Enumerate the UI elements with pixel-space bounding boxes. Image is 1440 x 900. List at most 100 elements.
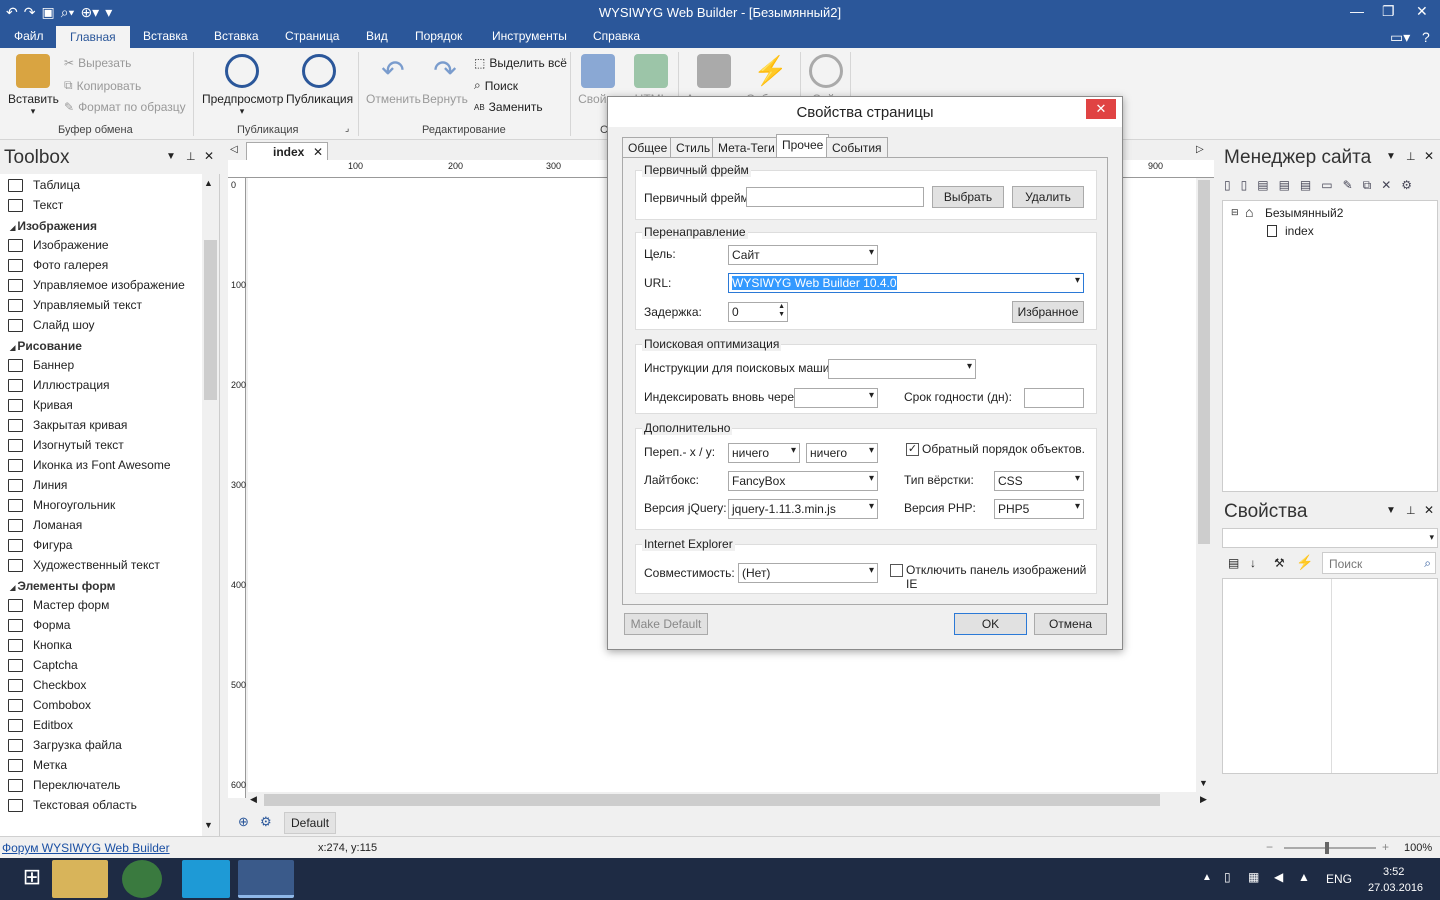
scroll-thumb[interactable] (204, 240, 217, 400)
compatibility-select[interactable]: (Нет) ▾ (738, 563, 878, 583)
expiry-input[interactable] (1024, 388, 1084, 408)
events-small-icon[interactable]: ⚡ (1296, 554, 1313, 571)
tray-language[interactable]: ENG (1326, 872, 1352, 886)
delay-spinner[interactable]: 0 ▲ ▼ (728, 302, 788, 322)
toolbox-item[interactable]: Многоугольник (0, 498, 115, 512)
paste-button[interactable]: Вставить ▾ (8, 54, 59, 117)
menu-arrange[interactable]: Порядок (415, 29, 462, 43)
sort-az-icon[interactable]: ↓ (1250, 556, 1256, 570)
folder-icon[interactable]: ▭ (1321, 178, 1332, 198)
browse-button[interactable]: Выбрать (932, 186, 1004, 208)
page-copy-icon[interactable]: ▤ (1279, 178, 1290, 198)
undo-button[interactable]: ↶ Отменить (366, 54, 421, 106)
zoom-slider-thumb[interactable] (1325, 842, 1329, 854)
properties-menu-icon[interactable]: ▼ (1386, 505, 1396, 516)
menu-tools[interactable]: Инструменты (492, 29, 567, 43)
properties-search[interactable]: Поиск ⌕ (1322, 552, 1436, 574)
target-select[interactable]: Сайт ▾ (728, 245, 878, 265)
categorized-icon[interactable]: ▤ (1228, 556, 1239, 570)
make-default-button[interactable]: Make Default (624, 613, 708, 635)
toolbox-item[interactable]: Иконка из Font Awesome (0, 458, 171, 472)
toolbox-item[interactable]: Фигура (0, 538, 72, 552)
zoom-in-icon[interactable]: + (1382, 840, 1389, 854)
canvas-hscroll-thumb[interactable] (264, 794, 1160, 806)
toolbox-item[interactable]: Фото галерея (0, 258, 108, 272)
disable-ie-toolbar-checkbox[interactable] (890, 564, 903, 577)
layout-type-select[interactable]: CSS ▾ (994, 471, 1084, 491)
layout-icon[interactable]: ▭▾ (1390, 29, 1410, 46)
toolbox-category[interactable]: ◢ Изображения (10, 219, 97, 233)
pin-icon[interactable]: ⊥ (186, 150, 196, 163)
toolbox-menu-icon[interactable]: ▼ (166, 151, 176, 162)
canvas-vscroll-thumb[interactable] (1198, 180, 1210, 544)
wrench-small-icon[interactable]: ⚒ (1274, 556, 1285, 570)
menu-insert-2[interactable]: Вставка (214, 29, 259, 43)
tree-page-index[interactable]: index (1285, 224, 1314, 238)
tray-date[interactable]: 27.03.2016 (1368, 882, 1423, 894)
help-icon[interactable]: ? (1422, 29, 1430, 45)
zoom-out-icon[interactable]: − (1266, 840, 1273, 854)
toolbox-item[interactable]: Текстовая область (0, 798, 137, 812)
toolbox-item[interactable]: Баннер (0, 358, 74, 372)
publish-button[interactable]: Публикация (286, 54, 353, 106)
spinner-arrows-icon[interactable]: ▲ ▼ (778, 303, 785, 319)
property-grid[interactable] (1222, 578, 1438, 774)
delete-icon[interactable]: ✕ (1381, 178, 1391, 198)
tab-left-icon[interactable]: ◁ (230, 144, 238, 155)
menu-insert[interactable]: Вставка (143, 29, 188, 43)
taskbar-skype-icon[interactable] (182, 860, 230, 898)
tab-index[interactable]: index ✕ (246, 142, 328, 160)
tab-misc[interactable]: Прочее (776, 134, 830, 158)
tab-events[interactable]: События (826, 137, 888, 157)
select-all-button[interactable]: ⬚ Выделить всё (474, 56, 567, 70)
toolbox-item[interactable]: Управляемое изображение (0, 278, 185, 292)
toolbox-item[interactable]: Таблица (0, 178, 80, 192)
duplicate-icon[interactable]: ⧉ (1363, 178, 1372, 198)
tab-right-icon[interactable]: ▷ (1196, 144, 1204, 155)
tab-general[interactable]: Общее (622, 137, 674, 157)
toolbox-item[interactable]: Линия (0, 478, 67, 492)
zoom-slider[interactable] (1284, 847, 1376, 849)
url-combobox[interactable]: WYSIWYG Web Builder 10.4.0 ▾ (728, 273, 1084, 293)
toolbox-item[interactable]: Текст (0, 198, 63, 212)
object-selector[interactable]: ▾ (1222, 528, 1438, 548)
canvas-vscroll[interactable]: ▼ (1196, 178, 1212, 792)
taskbar-chrome-icon[interactable] (122, 860, 162, 898)
overflow-x-select[interactable]: ничего ▾ (728, 443, 800, 463)
layout-settings-icon[interactable]: ⚙ (260, 814, 272, 830)
taskbar-explorer-icon[interactable] (52, 860, 108, 898)
properties-close-icon[interactable]: ✕ (1424, 503, 1434, 517)
tray-wifi-icon[interactable]: ▲ (1298, 870, 1310, 884)
tab-close-icon[interactable]: ✕ (313, 145, 323, 159)
menu-page[interactable]: Страница (285, 29, 339, 43)
revisit-select[interactable]: ▾ (794, 388, 878, 408)
minimize-button[interactable]: — (1350, 3, 1364, 19)
close-button[interactable]: ✕ (1416, 3, 1428, 20)
replace-button[interactable]: AB Заменить (474, 100, 543, 114)
format-painter-button[interactable]: ✎ Формат по образцу (64, 100, 186, 114)
tab-meta[interactable]: Мета-Теги (712, 137, 781, 157)
site-manager-close-icon[interactable]: ✕ (1424, 149, 1434, 163)
toolbox-item[interactable]: Слайд шоу (0, 318, 95, 332)
find-button[interactable]: ⌕ Поиск (474, 78, 518, 93)
forum-link[interactable]: Форум WYSIWYG Web Builder (2, 841, 170, 855)
add-layout-icon[interactable]: ⊕ (238, 814, 249, 830)
toolbox-item[interactable]: Иллюстрация (0, 378, 110, 392)
toolbox-item[interactable]: Загрузка файла (0, 738, 122, 752)
new-page-icon[interactable]: ▯ (1224, 178, 1231, 198)
toolbox-item[interactable]: Captcha (0, 658, 78, 672)
toolbox-item[interactable]: Метка (0, 758, 67, 772)
toolbox-item[interactable]: Кнопка (0, 638, 72, 652)
site-manager-pin-icon[interactable]: ⊥ (1406, 150, 1416, 163)
preview-button[interactable]: Предпросмотр ▾ (202, 54, 283, 117)
toolbox-item[interactable]: Изогнутый текст (0, 438, 124, 452)
layout-tab-default[interactable]: Default (284, 812, 337, 834)
robots-select[interactable]: ▾ (828, 359, 976, 379)
scroll-down-icon[interactable]: ▼ (204, 820, 213, 830)
toolbox-item[interactable]: Checkbox (0, 678, 86, 692)
toolbox-category[interactable]: ◢ Элементы форм (10, 579, 116, 593)
page-add-icon[interactable]: ▯ (1241, 178, 1248, 198)
toolbox-scrollbar[interactable]: ▲ ▼ (202, 174, 219, 836)
toolbox-item[interactable]: Управляемый текст (0, 298, 142, 312)
tray-device-icon[interactable]: ▯ (1224, 870, 1231, 884)
